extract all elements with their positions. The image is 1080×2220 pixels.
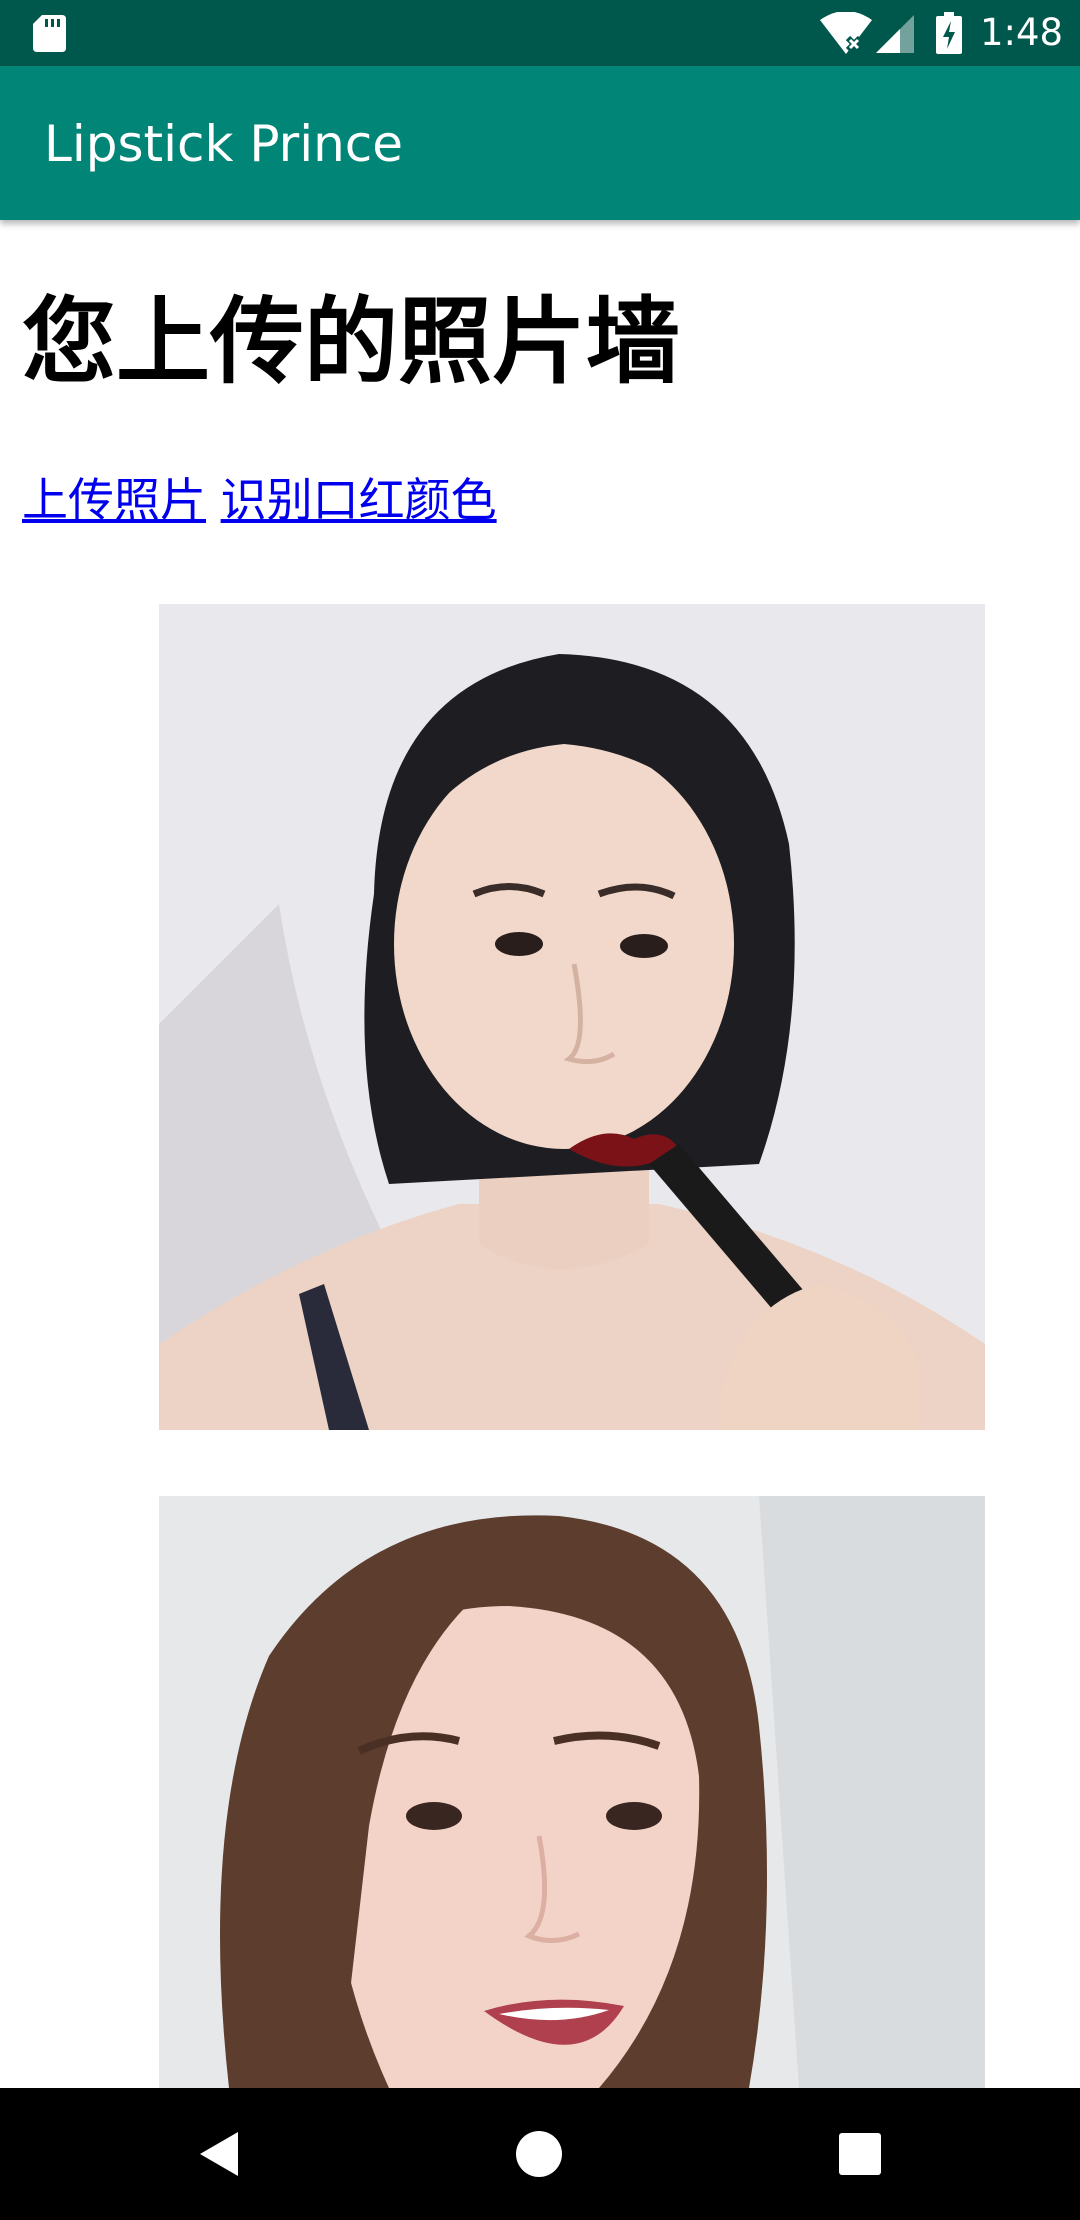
home-icon[interactable] (509, 2124, 569, 2184)
navigation-bar (0, 2088, 1080, 2220)
sd-card-icon (33, 15, 66, 52)
wifi-icon (820, 12, 872, 54)
uploaded-photo-2[interactable] (159, 1496, 985, 2088)
identify-lipstick-color-link[interactable]: 识别口红颜色 (221, 473, 497, 527)
battery-charging-icon (936, 12, 962, 54)
upload-photo-link[interactable]: 上传照片 (22, 473, 206, 527)
back-icon[interactable] (190, 2124, 250, 2184)
cell-signal-icon (876, 15, 914, 53)
app-bar: Lipstick Prince (0, 66, 1080, 220)
action-links: 上传照片 识别口红颜色 (22, 470, 497, 530)
portrait-photo-icon (159, 1496, 985, 2088)
page-title: 您上传的照片墙 (22, 288, 681, 397)
portrait-photo-icon (159, 604, 985, 1430)
app-title: Lipstick Prince (44, 115, 404, 173)
recents-icon[interactable] (830, 2124, 890, 2184)
status-bar: 1:48 (0, 0, 1080, 66)
status-clock: 1:48 (980, 11, 1064, 54)
uploaded-photo-1[interactable] (159, 604, 985, 1430)
